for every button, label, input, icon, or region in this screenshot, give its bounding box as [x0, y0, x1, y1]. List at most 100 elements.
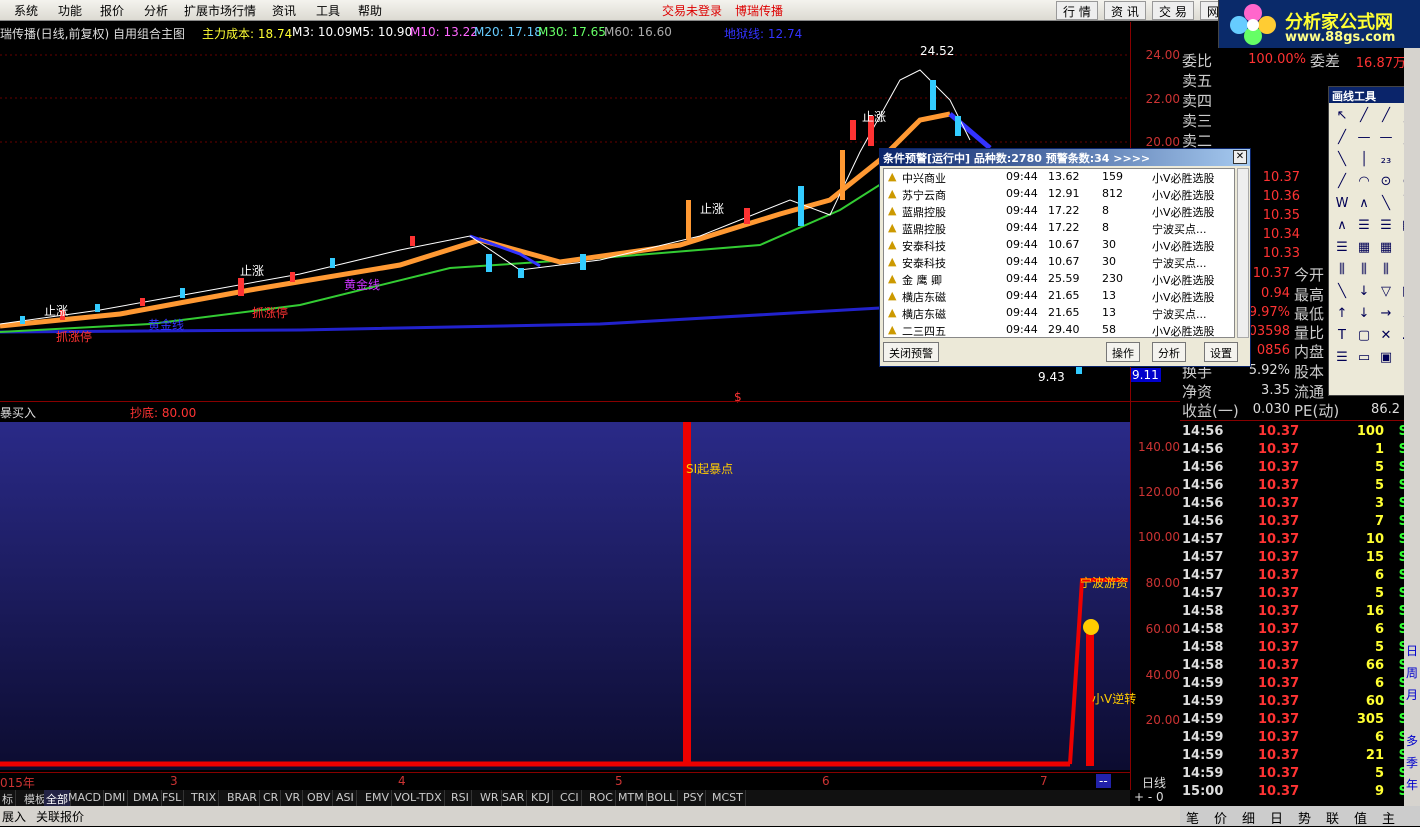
alert-row[interactable]: ▲ 中兴商业 09:44 13.62 159 小V必胜选股: [884, 169, 1234, 186]
drawing-tool-icon[interactable]: ▢: [1355, 327, 1373, 345]
quote-view-tab[interactable]: 值: [1354, 808, 1367, 827]
menu-system[interactable]: 系统: [14, 2, 38, 19]
quote-view-tab[interactable]: 日: [1270, 808, 1283, 827]
drawing-tool-icon[interactable]: │: [1355, 151, 1373, 169]
indicator-tab[interactable]: ROC: [587, 790, 616, 806]
indicator-tab[interactable]: 标: [0, 790, 16, 806]
btn-trade[interactable]: 交 易: [1152, 1, 1194, 20]
alert-scrollbar[interactable]: [1237, 168, 1249, 338]
quote-view-tab[interactable]: 主: [1382, 808, 1395, 827]
bottom-left-label[interactable]: 展入: [2, 808, 26, 825]
indicator-tab[interactable]: CCI: [558, 790, 582, 806]
drawing-tool-icon[interactable]: ☰: [1333, 349, 1351, 367]
drawing-tool-icon[interactable]: ▽: [1377, 283, 1395, 301]
quote-view-tab[interactable]: 笔: [1186, 808, 1199, 827]
indicator-tab[interactable]: VOL-TDX: [392, 790, 445, 806]
btn-market[interactable]: 行 情: [1056, 1, 1098, 20]
indicator-tab[interactable]: RSI: [449, 790, 472, 806]
analyze-button[interactable]: 分析: [1152, 342, 1186, 362]
drawing-tool-icon[interactable]: ↖: [1333, 107, 1351, 125]
alert-row[interactable]: ▲ 横店东磁 09:44 21.65 13 小V必胜选股: [884, 288, 1234, 305]
drawing-tool-icon[interactable]: ⫼: [1355, 261, 1373, 279]
indicator-tab[interactable]: ASI: [334, 790, 357, 806]
drawing-tool-icon[interactable]: ╱: [1355, 107, 1373, 125]
menu-quote[interactable]: 报价: [100, 2, 124, 19]
drawing-tool-icon[interactable]: ↑: [1333, 305, 1351, 323]
quote-view-tab[interactable]: 联: [1326, 808, 1339, 827]
indicator-tab[interactable]: KDJ: [529, 790, 553, 806]
drawing-tool-icon[interactable]: ∧: [1333, 217, 1351, 235]
quote-view-tab[interactable]: 价: [1214, 808, 1227, 827]
drawing-tool-icon[interactable]: →: [1377, 305, 1395, 323]
indicator-tab[interactable]: PSY: [681, 790, 707, 806]
menu-tools[interactable]: 工具: [316, 2, 340, 19]
indicator-tab[interactable]: MTM: [616, 790, 647, 806]
drawing-tool-icon[interactable]: ₂₃: [1377, 151, 1395, 169]
operate-button[interactable]: 操作: [1106, 342, 1140, 362]
drawing-tool-icon[interactable]: ╲: [1377, 195, 1395, 213]
sidebar-day[interactable]: 日: [1405, 642, 1419, 659]
alert-close-icon[interactable]: ✕: [1233, 150, 1247, 164]
zoom-controls[interactable]: + - 0: [1134, 790, 1164, 804]
alert-row[interactable]: ▲ 蓝鼎控股 09:44 17.22 8 小V必胜选股: [884, 203, 1234, 220]
menu-news[interactable]: 资讯: [272, 2, 296, 19]
alert-row[interactable]: ▲ 安泰科技 09:44 10.67 30 宁波买点...: [884, 254, 1234, 271]
alert-row[interactable]: ▲ 蓝鼎控股 09:44 17.22 8 宁波买点...: [884, 220, 1234, 237]
sidebar-season[interactable]: 季: [1405, 754, 1419, 771]
drawing-tool-icon[interactable]: ▭: [1355, 349, 1373, 367]
menu-extended-market[interactable]: 扩展市场行情: [184, 2, 256, 19]
drawing-tool-icon[interactable]: ▦: [1355, 239, 1373, 257]
indicator-tab[interactable]: DMI: [102, 790, 129, 806]
drawing-tool-icon[interactable]: ╱: [1333, 173, 1351, 191]
indicator-tab[interactable]: BRAR: [225, 790, 260, 806]
drawing-tool-icon[interactable]: W: [1333, 195, 1351, 213]
drawing-tool-icon[interactable]: ↓: [1355, 305, 1373, 323]
tick-list[interactable]: 14:5610.37100S14:5610.371S14:5610.375S14…: [1180, 422, 1412, 800]
indicator-tab[interactable]: FSL: [160, 790, 185, 806]
drawing-tool-icon[interactable]: ▣: [1377, 349, 1395, 367]
alert-row[interactable]: ▲ 横店东磁 09:44 21.65 13 宁波买点...: [884, 305, 1234, 322]
drawing-tool-icon[interactable]: ╱: [1377, 107, 1395, 125]
drawing-tool-icon[interactable]: —: [1355, 129, 1373, 147]
drawing-tool-icon[interactable]: ↓: [1355, 283, 1373, 301]
alert-row[interactable]: ▲ 苏宁云商 09:44 12.91 812 小V必胜选股: [884, 186, 1234, 203]
sidebar-month[interactable]: 月: [1405, 686, 1419, 703]
drawing-tool-icon[interactable]: —: [1377, 129, 1395, 147]
menu-help[interactable]: 帮助: [358, 2, 382, 19]
close-alert-button[interactable]: 关闭预警: [883, 342, 939, 362]
drawing-tool-icon[interactable]: ╱: [1333, 129, 1351, 147]
indicator-tab[interactable]: VR: [283, 790, 304, 806]
settings-button[interactable]: 设置: [1204, 342, 1238, 362]
drawing-tool-icon[interactable]: T: [1333, 327, 1351, 345]
drawing-tool-icon[interactable]: ⫼: [1377, 261, 1395, 279]
menu-analysis[interactable]: 分析: [144, 2, 168, 19]
drawing-tool-icon[interactable]: ☰: [1377, 217, 1395, 235]
indicator-tab[interactable]: CR: [261, 790, 282, 806]
drawing-tool-icon[interactable]: ⫼: [1333, 261, 1351, 279]
indicator-tab[interactable]: EMV: [363, 790, 392, 806]
sidebar-multi[interactable]: 多: [1405, 732, 1419, 749]
indicator-tab[interactable]: OBV: [305, 790, 334, 806]
drawing-tool-icon[interactable]: ╲: [1333, 283, 1351, 301]
drawing-tool-icon[interactable]: ▦: [1377, 239, 1395, 257]
alert-row[interactable]: ▲ 安泰科技 09:44 10.67 30 小V必胜选股: [884, 237, 1234, 254]
indicator-tab[interactable]: MCST: [710, 790, 746, 806]
quote-view-tab[interactable]: 势: [1298, 808, 1311, 827]
indicator-tab[interactable]: DMA: [131, 790, 162, 806]
drawing-tool-icon[interactable]: ⊙: [1377, 173, 1395, 191]
quote-view-tab[interactable]: 细: [1242, 808, 1255, 827]
alert-list[interactable]: ▲ 中兴商业 09:44 13.62 159 小V必胜选股 ▲ 苏宁云商 09:44 12.91 8…: [883, 168, 1235, 338]
menu-function[interactable]: 功能: [58, 2, 82, 19]
assoc-quote-tab[interactable]: 关联报价: [36, 808, 84, 825]
period-label[interactable]: 日线: [1142, 774, 1166, 791]
drawing-tool-icon[interactable]: ☰: [1355, 217, 1373, 235]
indicator-tab[interactable]: WR: [478, 790, 502, 806]
sidebar-week[interactable]: 周: [1405, 664, 1419, 681]
indicator-tab[interactable]: BOLL: [645, 790, 679, 806]
drawing-tool-icon[interactable]: ✕: [1377, 327, 1395, 345]
indicator-tab[interactable]: SAR: [500, 790, 528, 806]
drawing-tool-icon[interactable]: ◠: [1355, 173, 1373, 191]
btn-news[interactable]: 资 讯: [1104, 1, 1146, 20]
sidebar-year[interactable]: 年: [1405, 776, 1419, 793]
indicator-tab[interactable]: MACD: [66, 790, 104, 806]
